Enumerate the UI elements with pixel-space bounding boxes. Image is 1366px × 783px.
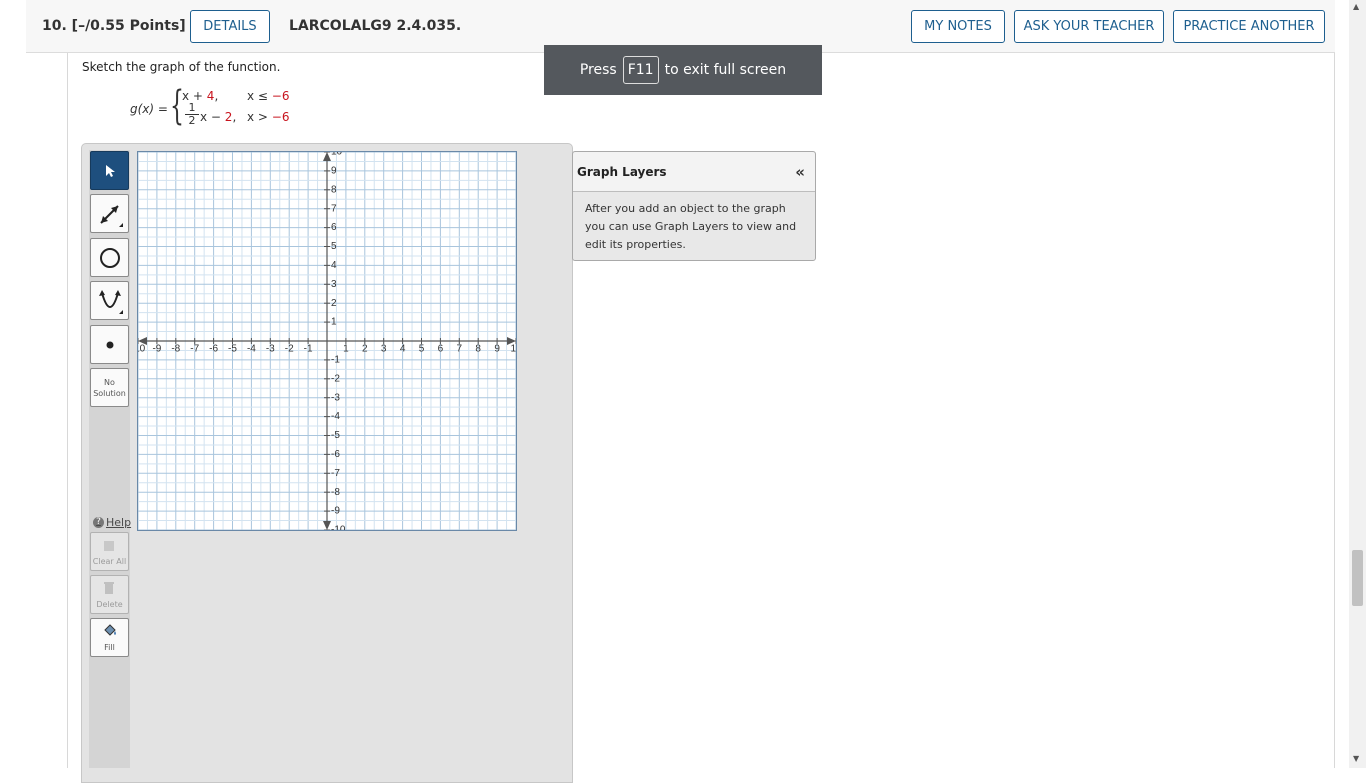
problem-prompt: Sketch the graph of the function. xyxy=(82,60,281,74)
row2-expression: x − 2, xyxy=(200,110,237,124)
x-tick-label: -7 xyxy=(190,343,199,354)
toast-text-after: to exit full screen xyxy=(664,62,787,78)
parabola-icon xyxy=(98,289,123,314)
fullscreen-toast: Press F11 to exit full screen xyxy=(544,45,822,95)
scroll-thumb[interactable] xyxy=(1352,550,1363,606)
ask-teacher-button[interactable]: ASK YOUR TEACHER xyxy=(1014,10,1164,43)
row1-condition: x ≤ −6 xyxy=(247,89,290,103)
y-tick-label: -3 xyxy=(331,392,340,403)
scroll-down-icon[interactable]: ▼ xyxy=(1353,754,1359,763)
clear-all-button[interactable]: Clear All xyxy=(90,532,129,571)
x-tick-label: 7 xyxy=(457,343,463,354)
clear-all-label: Clear All xyxy=(92,556,127,566)
x-tick-label: -8 xyxy=(171,343,180,354)
graph-layers-panel: Graph Layers « After you add an object t… xyxy=(572,151,816,261)
details-button[interactable]: DETAILS xyxy=(190,10,270,43)
collapse-icon[interactable]: « xyxy=(795,163,805,181)
point-icon xyxy=(106,341,113,348)
x-tick-label: -2 xyxy=(285,343,294,354)
x-tick-label: -10 xyxy=(138,343,146,354)
y-tick-label: 6 xyxy=(331,222,337,233)
x-tick-label: 2 xyxy=(362,343,368,354)
clear-all-icon xyxy=(104,540,115,551)
y-tick-label: -6 xyxy=(331,449,340,460)
help-icon: ? xyxy=(93,517,104,528)
x-tick-label: 9 xyxy=(494,343,500,354)
line-segment-icon xyxy=(99,204,123,227)
parabola-tool-button[interactable] xyxy=(90,281,129,320)
question-points: 10. [–/0.55 Points] xyxy=(42,18,186,34)
x-tick-label: -1 xyxy=(304,343,313,354)
toast-text-before: Press xyxy=(579,62,617,78)
line-tool-button[interactable] xyxy=(90,194,129,233)
x-tick-label: 1 xyxy=(343,343,349,354)
y-tick-label: -10 xyxy=(331,525,346,530)
y-tick-label: -9 xyxy=(331,506,340,517)
scroll-up-icon[interactable]: ▲ xyxy=(1353,2,1359,11)
x-tick-label: 10 xyxy=(510,343,516,354)
x-tick-label: 3 xyxy=(381,343,387,354)
my-notes-button[interactable]: MY NOTES xyxy=(911,10,1005,43)
x-tick-label: -3 xyxy=(266,343,275,354)
y-tick-label: 8 xyxy=(331,184,337,195)
y-axis-down-arrow-icon xyxy=(323,521,331,530)
function-name: g(x) = xyxy=(130,102,168,116)
piecewise-function: g(x) = { x + 4, x ≤ −6 12 x − 2, x > −6 xyxy=(130,86,330,134)
row2-condition: x > −6 xyxy=(247,110,290,124)
y-tick-label: 9 xyxy=(331,166,337,177)
y-tick-label: 2 xyxy=(331,298,337,309)
x-tick-label: -4 xyxy=(247,343,256,354)
y-tick-label: -8 xyxy=(331,487,340,498)
y-tick-label: 1 xyxy=(331,317,337,328)
paint-bucket-icon xyxy=(103,623,116,636)
circle-icon xyxy=(99,247,120,268)
y-tick-label: -1 xyxy=(331,355,340,366)
delete-button[interactable]: Delete xyxy=(90,575,129,614)
graph-layers-header[interactable]: Graph Layers « xyxy=(573,152,815,192)
y-tick-label: -5 xyxy=(331,430,340,441)
help-label: Help xyxy=(106,516,132,529)
no-solution-label: No Solution xyxy=(93,377,126,398)
question-code: LARCOLALG9 2.4.035. xyxy=(289,18,462,34)
x-tick-label: -9 xyxy=(152,343,161,354)
graph-layers-title: Graph Layers xyxy=(577,164,667,179)
page-scrollbar[interactable]: ▲ ▼ xyxy=(1349,0,1366,768)
row1-expression: x + 4, xyxy=(182,89,219,103)
y-tick-label: 4 xyxy=(331,260,337,271)
trash-icon xyxy=(104,581,115,594)
coordinate-graph[interactable]: -10-9-8-7-6-5-4-3-2-11234567891010987654… xyxy=(137,151,517,531)
y-tick-label: -2 xyxy=(331,373,340,384)
x-tick-label: -5 xyxy=(228,343,237,354)
toast-key: F11 xyxy=(622,56,659,84)
pointer-tool-button[interactable] xyxy=(90,151,129,190)
y-axis-up-arrow-icon xyxy=(323,152,331,161)
y-tick-label: -7 xyxy=(331,468,340,479)
x-tick-label: -6 xyxy=(209,343,218,354)
no-solution-button[interactable]: No Solution xyxy=(90,368,129,407)
coordinate-plane[interactable]: -10-9-8-7-6-5-4-3-2-11234567891010987654… xyxy=(138,152,516,530)
y-tick-label: 10 xyxy=(331,152,343,158)
x-tick-label: 4 xyxy=(400,343,406,354)
practice-another-button[interactable]: PRACTICE ANOTHER xyxy=(1173,10,1325,43)
fill-label: Fill xyxy=(104,642,115,652)
circle-tool-button[interactable] xyxy=(90,238,129,277)
x-tick-label: 8 xyxy=(475,343,481,354)
x-tick-label: 5 xyxy=(419,343,425,354)
row2-fraction: 12 xyxy=(185,102,199,127)
fill-button[interactable]: Fill xyxy=(90,618,129,657)
graph-layers-description: After you add an object to the graph you… xyxy=(585,202,797,251)
y-tick-label: 5 xyxy=(331,241,337,252)
x-tick-label: 6 xyxy=(438,343,444,354)
pointer-icon xyxy=(105,164,115,177)
point-tool-button[interactable] xyxy=(90,325,129,364)
y-tick-label: 3 xyxy=(331,279,337,290)
y-tick-label: -4 xyxy=(331,411,340,422)
delete-label: Delete xyxy=(96,599,123,609)
y-tick-label: 7 xyxy=(331,203,337,214)
help-link[interactable]: ? Help xyxy=(93,516,131,529)
